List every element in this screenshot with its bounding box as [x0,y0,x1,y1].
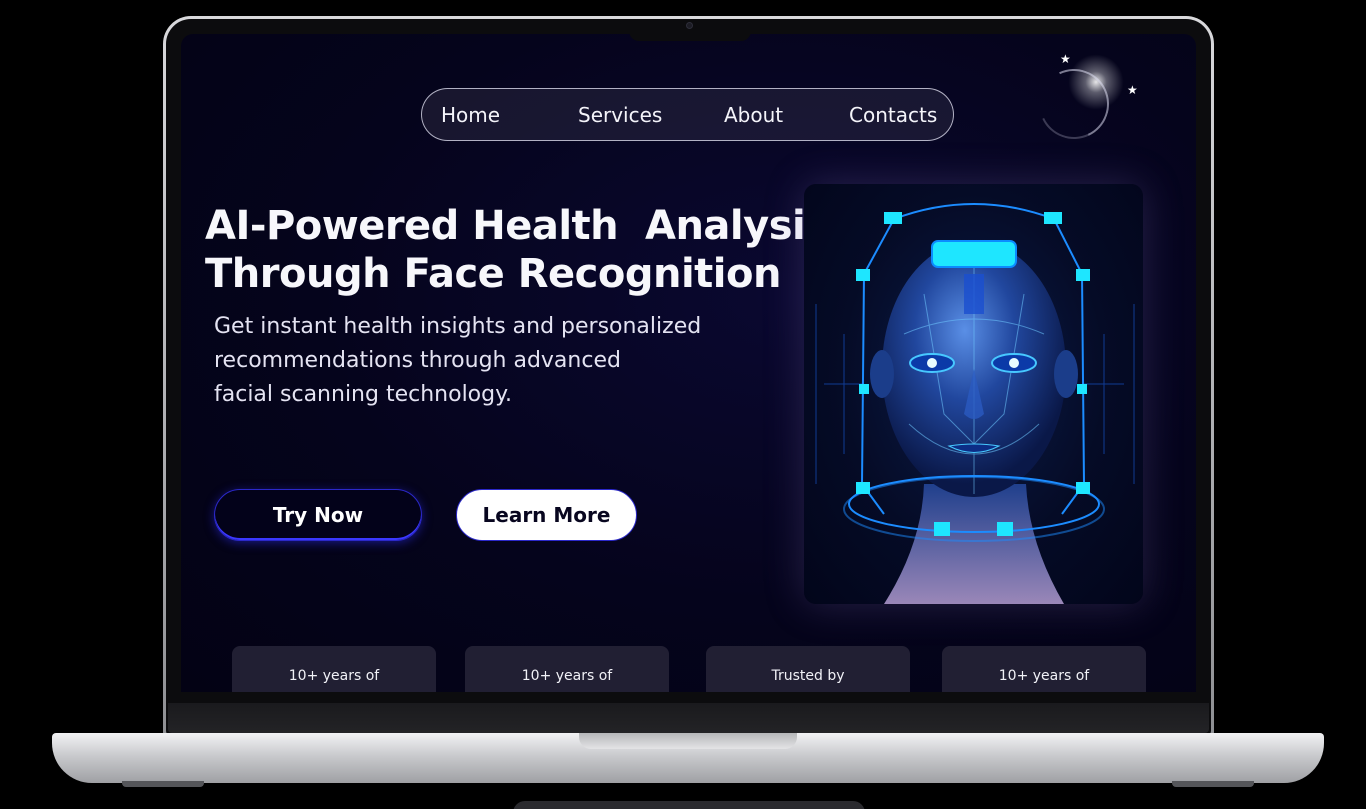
stat-label: Trusted by [771,668,845,684]
device-mockup: ★ ★ Home Services About Contacts AI-Powe… [0,0,1366,809]
hero-subtitle-line: Get instant health insights and personal… [214,314,702,339]
main-nav: Home Services About Contacts [421,88,954,141]
hero-title: AI-Powered Health Analysis Through Face … [205,202,829,298]
camera-notch [629,19,751,41]
hero-title-line: AI-Powered Health Analysis [205,203,829,249]
laptop-foot [122,781,204,787]
lid-opening-groove [579,733,797,749]
hero-subtitle: Get instant health insights and personal… [214,310,754,412]
stat-card: 10+ years of [465,646,669,692]
camera-icon [686,22,693,29]
display-stand [513,801,865,809]
hero-subtitle-line: facial scanning technology. [214,382,512,407]
nav-services[interactable]: Services [578,103,662,127]
stat-card: 10+ years of [942,646,1146,692]
star-icon: ★ [1060,52,1071,66]
nav-about[interactable]: About [724,103,783,127]
website-screen: ★ ★ Home Services About Contacts AI-Powe… [181,34,1196,692]
stat-label: 10+ years of [521,668,613,684]
nav-home[interactable]: Home [441,103,500,127]
hero-title-line: Through Face Recognition [205,251,781,297]
stat-label: 10+ years of [998,668,1090,684]
laptop-foot [1172,781,1254,787]
hero-subtitle-line: recommendations through advanced [214,348,621,373]
face-scan-icon [815,203,1135,604]
star-icon: ★ [1127,83,1138,97]
nav-contacts[interactable]: Contacts [849,103,937,127]
laptop-base [52,733,1324,787]
try-now-button[interactable]: Try Now [214,489,422,541]
stat-card: Trusted by [706,646,910,692]
stat-card: 10+ years of [232,646,436,692]
laptop-lid: ★ ★ Home Services About Contacts AI-Powe… [163,16,1214,738]
laptop-bezel: ★ ★ Home Services About Contacts AI-Powe… [166,19,1211,735]
screen-bottom-bezel [168,703,1209,733]
stat-label: 10+ years of [288,668,380,684]
ai-face-scan-image [804,184,1143,604]
learn-more-button[interactable]: Learn More [456,489,637,541]
